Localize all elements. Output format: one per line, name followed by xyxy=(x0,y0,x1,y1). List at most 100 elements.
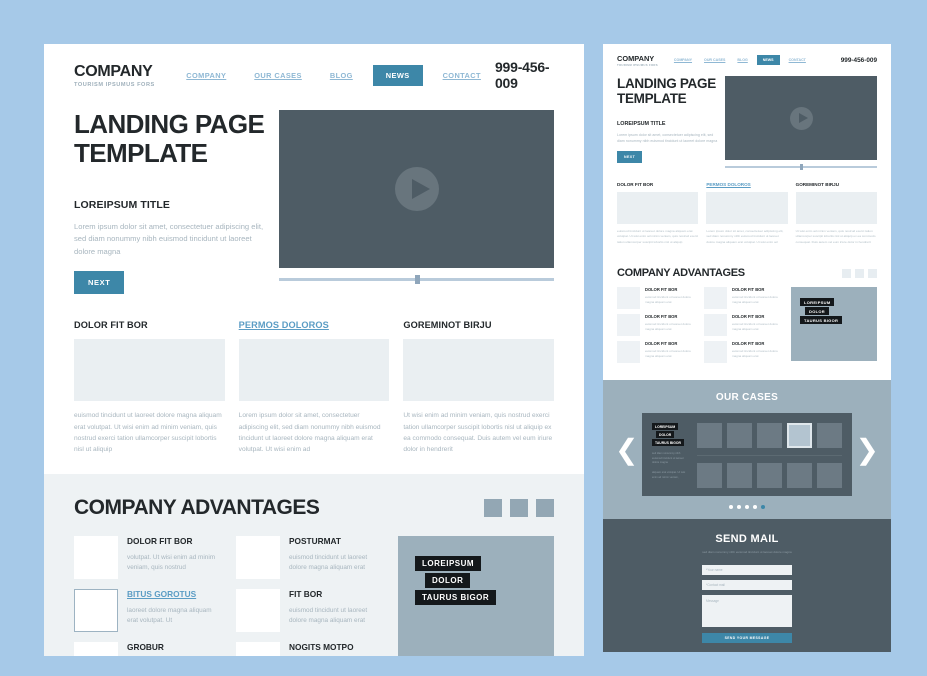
slider-handle[interactable] xyxy=(800,164,803,170)
logo[interactable]: COMPANY TOURISM IPSUMUS FORS xyxy=(74,63,164,88)
item-title-link[interactable]: BITUS GOROTUS xyxy=(127,589,224,599)
our-cases-info: LOREIPSUM DOLOR TAURUS BIGOR sed diam no… xyxy=(652,423,689,488)
column-text: Ut wisi enim ad minim veniam, quis nostr… xyxy=(795,229,876,244)
pager-square[interactable] xyxy=(855,268,864,278)
mobile-advantages-column-right: DOLOR FIT BOR euismod tincidunt ut laore… xyxy=(704,287,785,368)
item-thumbnail-selected[interactable] xyxy=(74,588,118,632)
video-player[interactable] xyxy=(279,110,554,268)
promo-tag: TAURUS BIGOR xyxy=(800,316,843,325)
mobile-top-section: COMPANY TOURISM IPSUMUS FORS COMPANY OUR… xyxy=(603,44,891,256)
column-image-placeholder xyxy=(706,192,788,224)
pager-dot[interactable] xyxy=(745,505,749,510)
mobile-logo[interactable]: COMPANY TOURISM IPSUMUS FORS xyxy=(617,54,658,67)
nav-item-contact[interactable]: CONTACT xyxy=(429,71,495,80)
nav-item-blog[interactable]: BLOG xyxy=(316,71,367,80)
chevron-left-icon[interactable]: ❮ xyxy=(615,435,638,463)
column-heading-link[interactable]: PERMOS DOLOROS xyxy=(706,182,787,187)
column-heading: DOLOR FIT BOR xyxy=(74,320,148,331)
mobile-nav-item-blog[interactable]: BLOG xyxy=(731,58,753,62)
pager-dot[interactable] xyxy=(753,505,757,510)
play-icon[interactable] xyxy=(790,107,813,130)
mobile-logo-tagline: TOURISM IPSUMUS FORS xyxy=(617,62,658,67)
column-heading: DOLOR FIT BOR xyxy=(617,182,654,187)
mobile-nav-item-company[interactable]: COMPANY xyxy=(668,58,698,62)
case-thumbnail[interactable] xyxy=(697,423,722,449)
list-item: GROBUR volutpat. Ut wisi enim ad minim v… xyxy=(74,641,224,656)
item-title: DOLOR FIT BOR xyxy=(127,535,193,546)
video-slider[interactable] xyxy=(279,275,554,284)
case-thumbnail-selected[interactable] xyxy=(787,423,812,449)
column-image-placeholder xyxy=(795,192,877,224)
site-header: COMPANY TOURISM IPSUMUS FORS COMPANY OUR… xyxy=(74,44,554,92)
promo-tag-group: LOREIPSUM DOLOR TAURUS BIGOR xyxy=(800,298,843,325)
item-title: DOLOR FIT BOR xyxy=(732,341,765,347)
send-message-button[interactable]: SEND YOUR MESSAGE xyxy=(702,633,792,644)
case-thumbnail[interactable] xyxy=(727,423,752,449)
case-row xyxy=(697,455,842,489)
mobile-hero-text: LANDING PAGE TEMPLATE LOREIPSUM TITLE Lo… xyxy=(617,76,725,169)
contact-form: *Your name *Contact mail Message SEND YO… xyxy=(702,565,792,644)
play-icon[interactable] xyxy=(394,167,439,211)
feature-column: DOLOR FIT BOR euismod tincidunt ut laore… xyxy=(74,320,225,455)
mobile-nav-item-news[interactable]: NEWS xyxy=(756,55,780,65)
logo-tagline: TOURISM IPSUMUS FORS xyxy=(74,81,155,88)
phone-number[interactable]: 999-456-009 xyxy=(495,59,554,91)
case-thumbnail[interactable] xyxy=(787,463,812,489)
column-heading-link[interactable]: PERMOS DOLOROS xyxy=(239,320,390,330)
case-thumbnail[interactable] xyxy=(757,423,782,449)
promo-banner[interactable]: LOREIPSUM DOLOR TAURUS BIGOR xyxy=(398,535,554,656)
slider-handle[interactable] xyxy=(414,275,420,284)
item-description: euismod tincidunt ut laoreet dolore magn… xyxy=(289,606,368,624)
column-text: euismod tincidunt ut laoreet dolore magn… xyxy=(617,229,699,244)
next-button[interactable]: NEXT xyxy=(74,271,125,295)
mobile-video-player[interactable] xyxy=(725,76,877,160)
item-thumbnail xyxy=(236,641,280,656)
email-field[interactable]: *Contact mail xyxy=(702,580,792,591)
column-heading: GOREMINOT BIRJU xyxy=(795,182,840,187)
item-title: POSTURMAT xyxy=(289,535,341,546)
nav-item-news[interactable]: NEWS xyxy=(372,64,423,86)
case-thumbnail[interactable] xyxy=(817,423,842,449)
case-thumbnail[interactable] xyxy=(697,463,722,489)
case-thumbnail[interactable] xyxy=(727,463,752,489)
mobile-advantages-title: COMPANY ADVANTAGES xyxy=(617,267,745,280)
pager-dot[interactable] xyxy=(737,505,741,510)
column-image-placeholder xyxy=(74,339,225,402)
case-thumbnail[interactable] xyxy=(757,463,782,489)
pager-square[interactable] xyxy=(484,498,502,517)
mobile-advantages-section: COMPANY ADVANTAGES DOLOR FIT BOR euismod… xyxy=(603,255,891,381)
message-field[interactable]: Message xyxy=(702,595,792,628)
mobile-feature-column: PERMOS DOLOROS Lorem ipsum dolor sit ame… xyxy=(706,182,788,245)
item-description: euismod tincidunt ut laoreet dolore magn… xyxy=(732,322,778,332)
mobile-nav-item-our-cases[interactable]: OUR CASES xyxy=(698,58,731,62)
mobile-phone-number[interactable]: 999-456-009 xyxy=(841,57,877,64)
pager-square[interactable] xyxy=(868,268,877,278)
pager-square[interactable] xyxy=(536,498,554,517)
nav-item-company[interactable]: COMPANY xyxy=(172,71,240,80)
mobile-promo-banner[interactable]: LOREIPSUM DOLOR TAURUS BIGOR xyxy=(791,287,877,362)
item-title: DOLOR FIT BOR xyxy=(732,314,765,320)
item-thumbnail xyxy=(617,287,640,310)
nav-item-our-cases[interactable]: OUR CASES xyxy=(240,71,316,80)
pager-square[interactable] xyxy=(842,268,851,278)
pager-dot-active[interactable] xyxy=(761,505,765,510)
pager-dot[interactable] xyxy=(729,505,733,510)
item-thumbnail xyxy=(617,341,640,364)
item-thumbnail xyxy=(704,287,727,310)
name-field[interactable]: *Your name xyxy=(702,565,792,576)
item-description: euismod tincidunt ut laoreet dolore magn… xyxy=(645,349,691,359)
list-item: DOLOR FIT BOR euismod tincidunt ut laore… xyxy=(704,341,785,364)
chevron-right-icon[interactable]: ❯ xyxy=(856,435,879,463)
mobile-next-button[interactable]: NEXT xyxy=(617,150,643,163)
hero-lead-text: Lorem ipsum dolor sit amet, consectetuer… xyxy=(74,221,264,256)
case-thumbnail[interactable] xyxy=(817,463,842,489)
mobile-video-slider[interactable] xyxy=(725,164,877,170)
list-item: NOGITS MOTPO euismod tincidunt ut laoree… xyxy=(236,641,386,656)
mobile-mockup: COMPANY TOURISM IPSUMUS FORS COMPANY OUR… xyxy=(603,44,891,652)
pager-square[interactable] xyxy=(510,498,528,517)
item-thumbnail xyxy=(617,314,640,337)
hero-media-block xyxy=(279,110,554,294)
promo-tag: DOLOR xyxy=(425,572,471,588)
item-description: volutpat. Ut wisi enim ad minim veniam, … xyxy=(127,553,216,571)
mobile-nav-item-contact[interactable]: CONTACT xyxy=(783,58,812,62)
